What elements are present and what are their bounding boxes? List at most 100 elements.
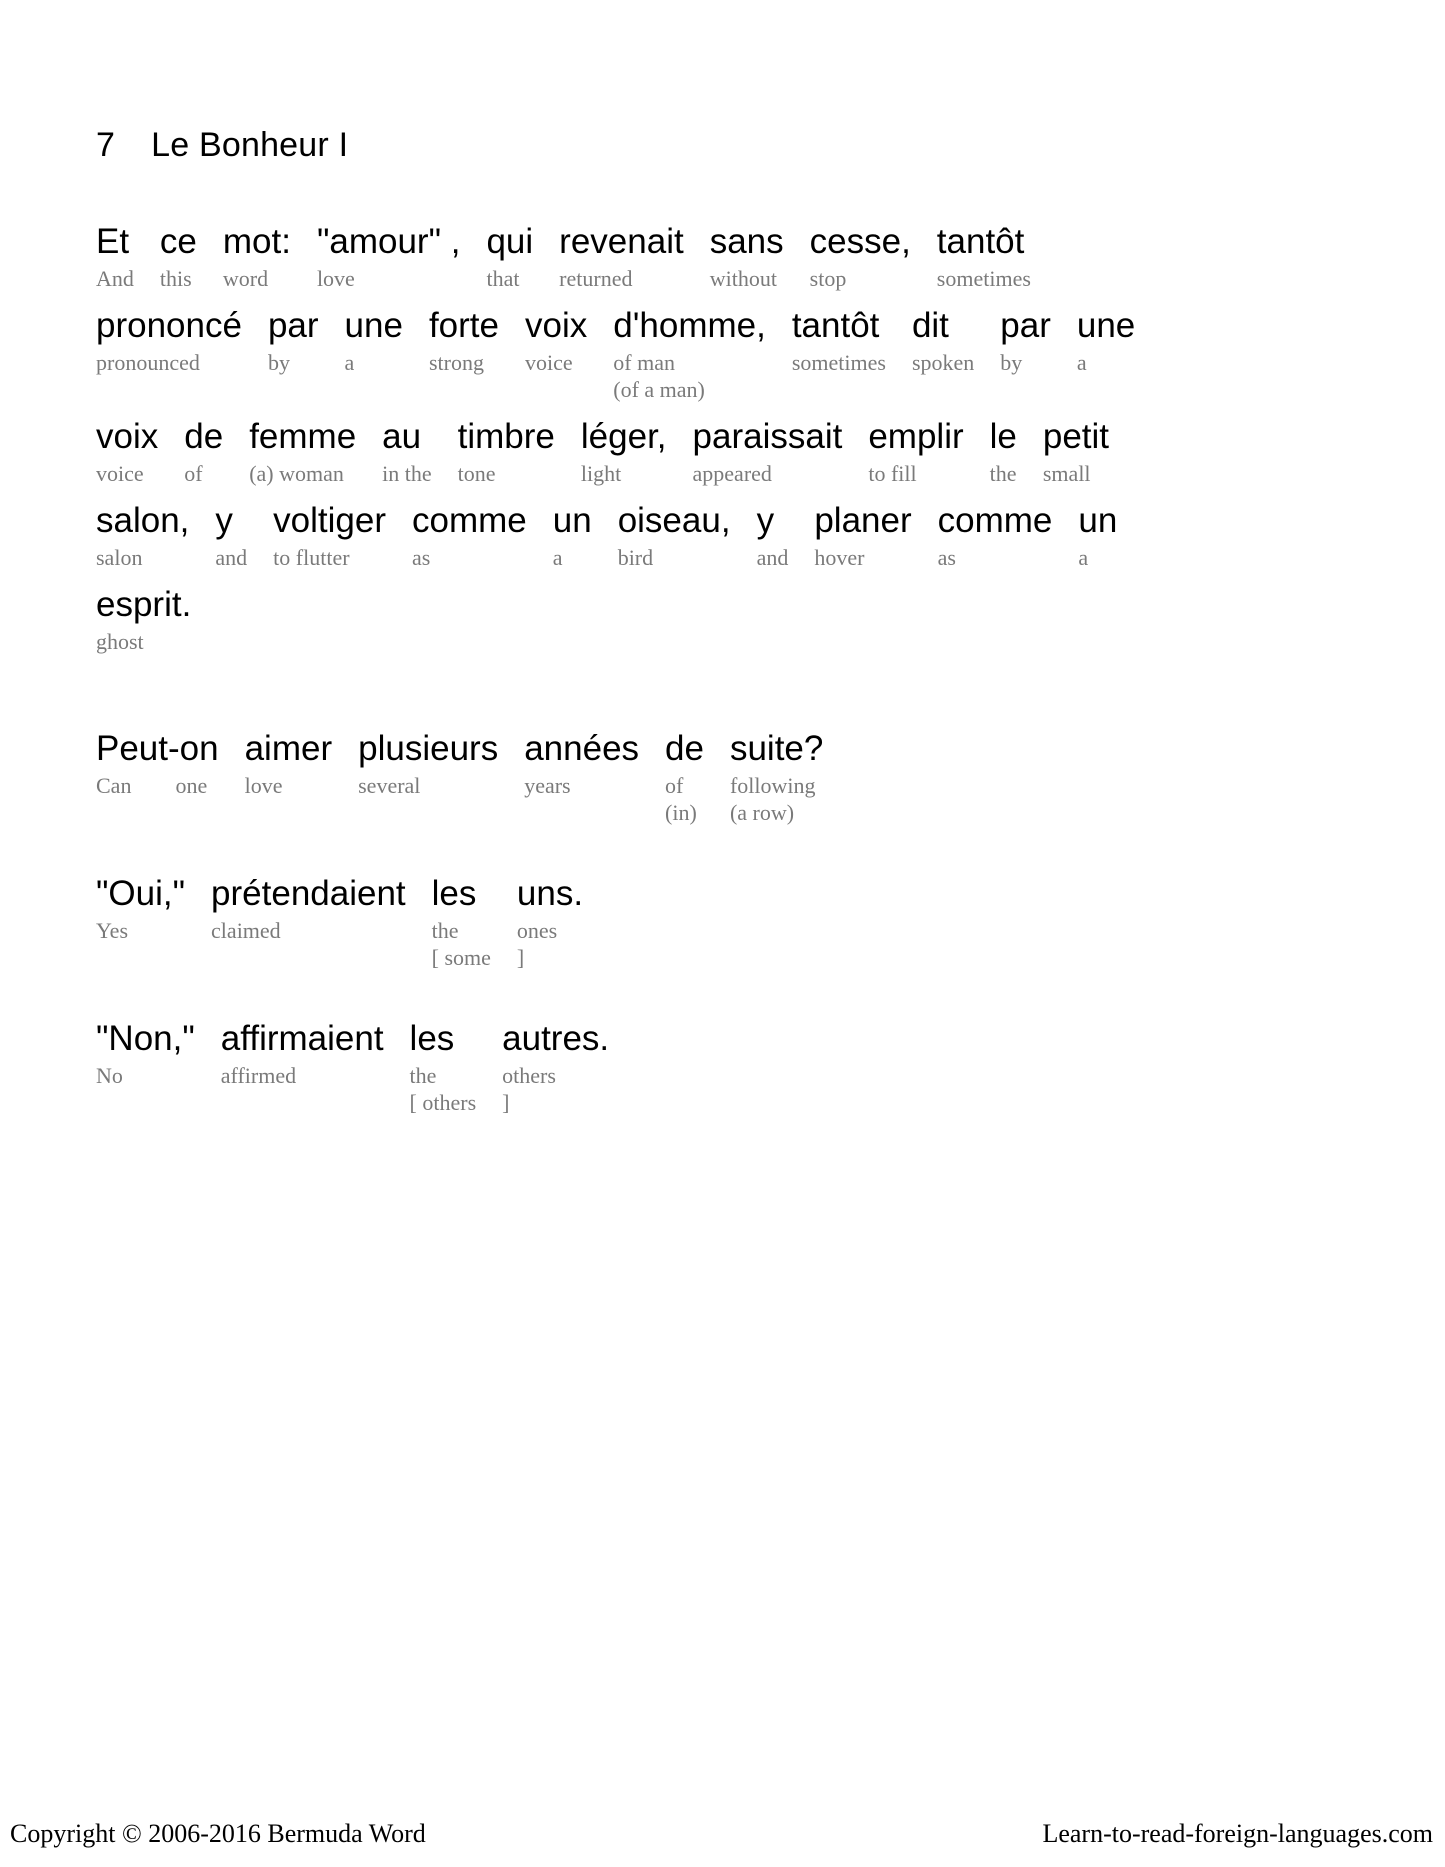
word-column[interactable]: un a (1078, 501, 1117, 571)
source-word: petit (1042, 417, 1110, 456)
word-column[interactable]: y and (757, 501, 789, 571)
word-column[interactable]: tantôt sometimes (792, 306, 886, 376)
word-column[interactable]: une a (345, 306, 403, 376)
word-column[interactable]: aimer love (245, 729, 333, 799)
word-column[interactable]: planer hover (814, 501, 911, 571)
word-column[interactable]: par by (1000, 306, 1051, 376)
source-word: prétendaient (211, 874, 406, 913)
page-title: 7 Le Bonheur I (96, 126, 348, 165)
source-word: esprit. (96, 585, 192, 624)
gloss-text: Yes (96, 918, 129, 943)
gloss-text: affirmed (220, 1063, 297, 1088)
word-column[interactable]: affirmaient affirmed (221, 1019, 384, 1089)
stanza: Peut-on Can one aimer love plusieurs several a… (96, 729, 1356, 826)
word-column[interactable]: femme (a) woman (249, 417, 356, 487)
website-link[interactable]: Learn-to-read-foreign-languages.com (1042, 1819, 1433, 1849)
word-column[interactable]: "amour" , love (317, 222, 461, 292)
source-word: autres. (502, 1019, 610, 1058)
word-column[interactable]: léger, light (581, 417, 667, 487)
word-column[interactable]: y and (215, 501, 247, 571)
word-column[interactable]: voltiger to flutter (273, 501, 386, 571)
word-column[interactable]: les the[ some (432, 874, 491, 971)
source-word: par (267, 306, 319, 345)
word-column[interactable]: voix voice (525, 306, 587, 376)
source-word: tantôt (936, 222, 1025, 261)
interlinear-text-body: Et And ce this mot: word "amour" , love qui that r… (96, 222, 1356, 1130)
word-column[interactable]: de of (184, 417, 223, 487)
word-column[interactable]: "Oui," Yes (96, 874, 185, 944)
word-column[interactable]: d'homme, of man (of a man) (613, 306, 766, 403)
stanza: "Non," No affirmaient affirmed les the[ other… (96, 1019, 1356, 1116)
source-word: "amour" , (316, 222, 461, 261)
gloss-text: (in) (665, 800, 697, 825)
word-column[interactable]: mot: word (223, 222, 291, 292)
word-column[interactable]: forte strong (429, 306, 499, 376)
chapter-number: 7 (96, 126, 116, 164)
gloss-text: as (412, 545, 431, 570)
gloss-text: (a) woman (249, 461, 344, 486)
word-column[interactable]: uns. ones] (517, 874, 583, 971)
gloss-text: without (709, 266, 777, 291)
stanza: "Oui," Yes prétendaient claimed les the[ some… (96, 874, 1356, 971)
word-column[interactable]: le the (990, 417, 1017, 487)
word-column[interactable]: Et And (96, 222, 134, 292)
word-column[interactable]: qui that (486, 222, 533, 292)
gloss-text: of (665, 773, 684, 798)
word-column[interactable]: revenait returned (559, 222, 684, 292)
word-column[interactable]: un a (553, 501, 592, 571)
word-column[interactable]: plusieurs several (358, 729, 498, 799)
word-column[interactable]: timbre tone (458, 417, 555, 487)
interlinear-line: "Oui," Yes prétendaient claimed les the[ some… (96, 874, 1356, 971)
word-column[interactable]: petit small (1043, 417, 1109, 487)
word-column[interactable]: prétendaient claimed (211, 874, 406, 944)
chapter-title: Le Bonheur I (151, 126, 349, 164)
source-word: timbre (457, 417, 555, 456)
word-column[interactable]: Peut-on Can one (96, 729, 219, 799)
word-column[interactable]: dit spoken (912, 306, 974, 376)
gloss-text: tone (457, 461, 496, 486)
gloss-text: a (1076, 350, 1087, 375)
word-column[interactable]: ce this (160, 222, 197, 292)
word-column[interactable]: sans without (710, 222, 784, 292)
word-column[interactable]: une a (1077, 306, 1135, 376)
gloss-text: to fill (868, 461, 917, 486)
word-column[interactable]: emplir to fill (868, 417, 963, 487)
gloss-text: by (1000, 350, 1023, 375)
source-word: tantôt (791, 306, 880, 345)
gloss-text: sometimes (791, 350, 886, 375)
word-column[interactable]: prononcé pronounced (96, 306, 242, 376)
word-column[interactable]: paraissait appeared (693, 417, 843, 487)
word-column[interactable]: tantôt sometimes (937, 222, 1031, 292)
gloss-text: returned (559, 266, 633, 291)
word-column[interactable]: comme as (938, 501, 1053, 571)
word-column[interactable]: les the[ others (410, 1019, 477, 1116)
source-word: une (1076, 306, 1136, 345)
word-column[interactable]: au in the (382, 417, 432, 487)
source-word: mot: (222, 222, 291, 261)
word-column[interactable]: de of (in) (665, 729, 704, 826)
interlinear-line: salon, salon y and voltiger to flutter comme as… (96, 501, 1356, 571)
word-column[interactable]: salon, salon (96, 501, 189, 571)
gloss-text: a (552, 545, 563, 570)
source-word: un (1078, 501, 1118, 540)
word-column[interactable]: "Non," No (96, 1019, 195, 1089)
word-column[interactable]: autres. others] (502, 1019, 609, 1116)
source-word: voix (525, 306, 588, 345)
gloss-text: in the (382, 461, 432, 486)
word-column[interactable]: comme as (412, 501, 527, 571)
word-column[interactable]: suite? following (a row) (730, 729, 823, 826)
gloss-text: (of a man) (613, 377, 705, 402)
gloss-text: love (316, 266, 355, 291)
source-word: de (184, 417, 224, 456)
word-column[interactable]: voix voice (96, 417, 158, 487)
word-column[interactable]: années years (524, 729, 639, 799)
gloss-text: voice (96, 461, 144, 486)
word-column[interactable]: par by (268, 306, 319, 376)
word-column[interactable]: cesse, stop (810, 222, 911, 292)
word-column[interactable]: oiseau, bird (618, 501, 731, 571)
gloss-text: strong (428, 350, 484, 375)
source-word: de (665, 729, 704, 768)
stanza: Et And ce this mot: word "amour" , love qui that r… (96, 222, 1356, 655)
source-word: cesse, (809, 222, 911, 261)
word-column[interactable]: esprit. ghost (96, 585, 191, 655)
